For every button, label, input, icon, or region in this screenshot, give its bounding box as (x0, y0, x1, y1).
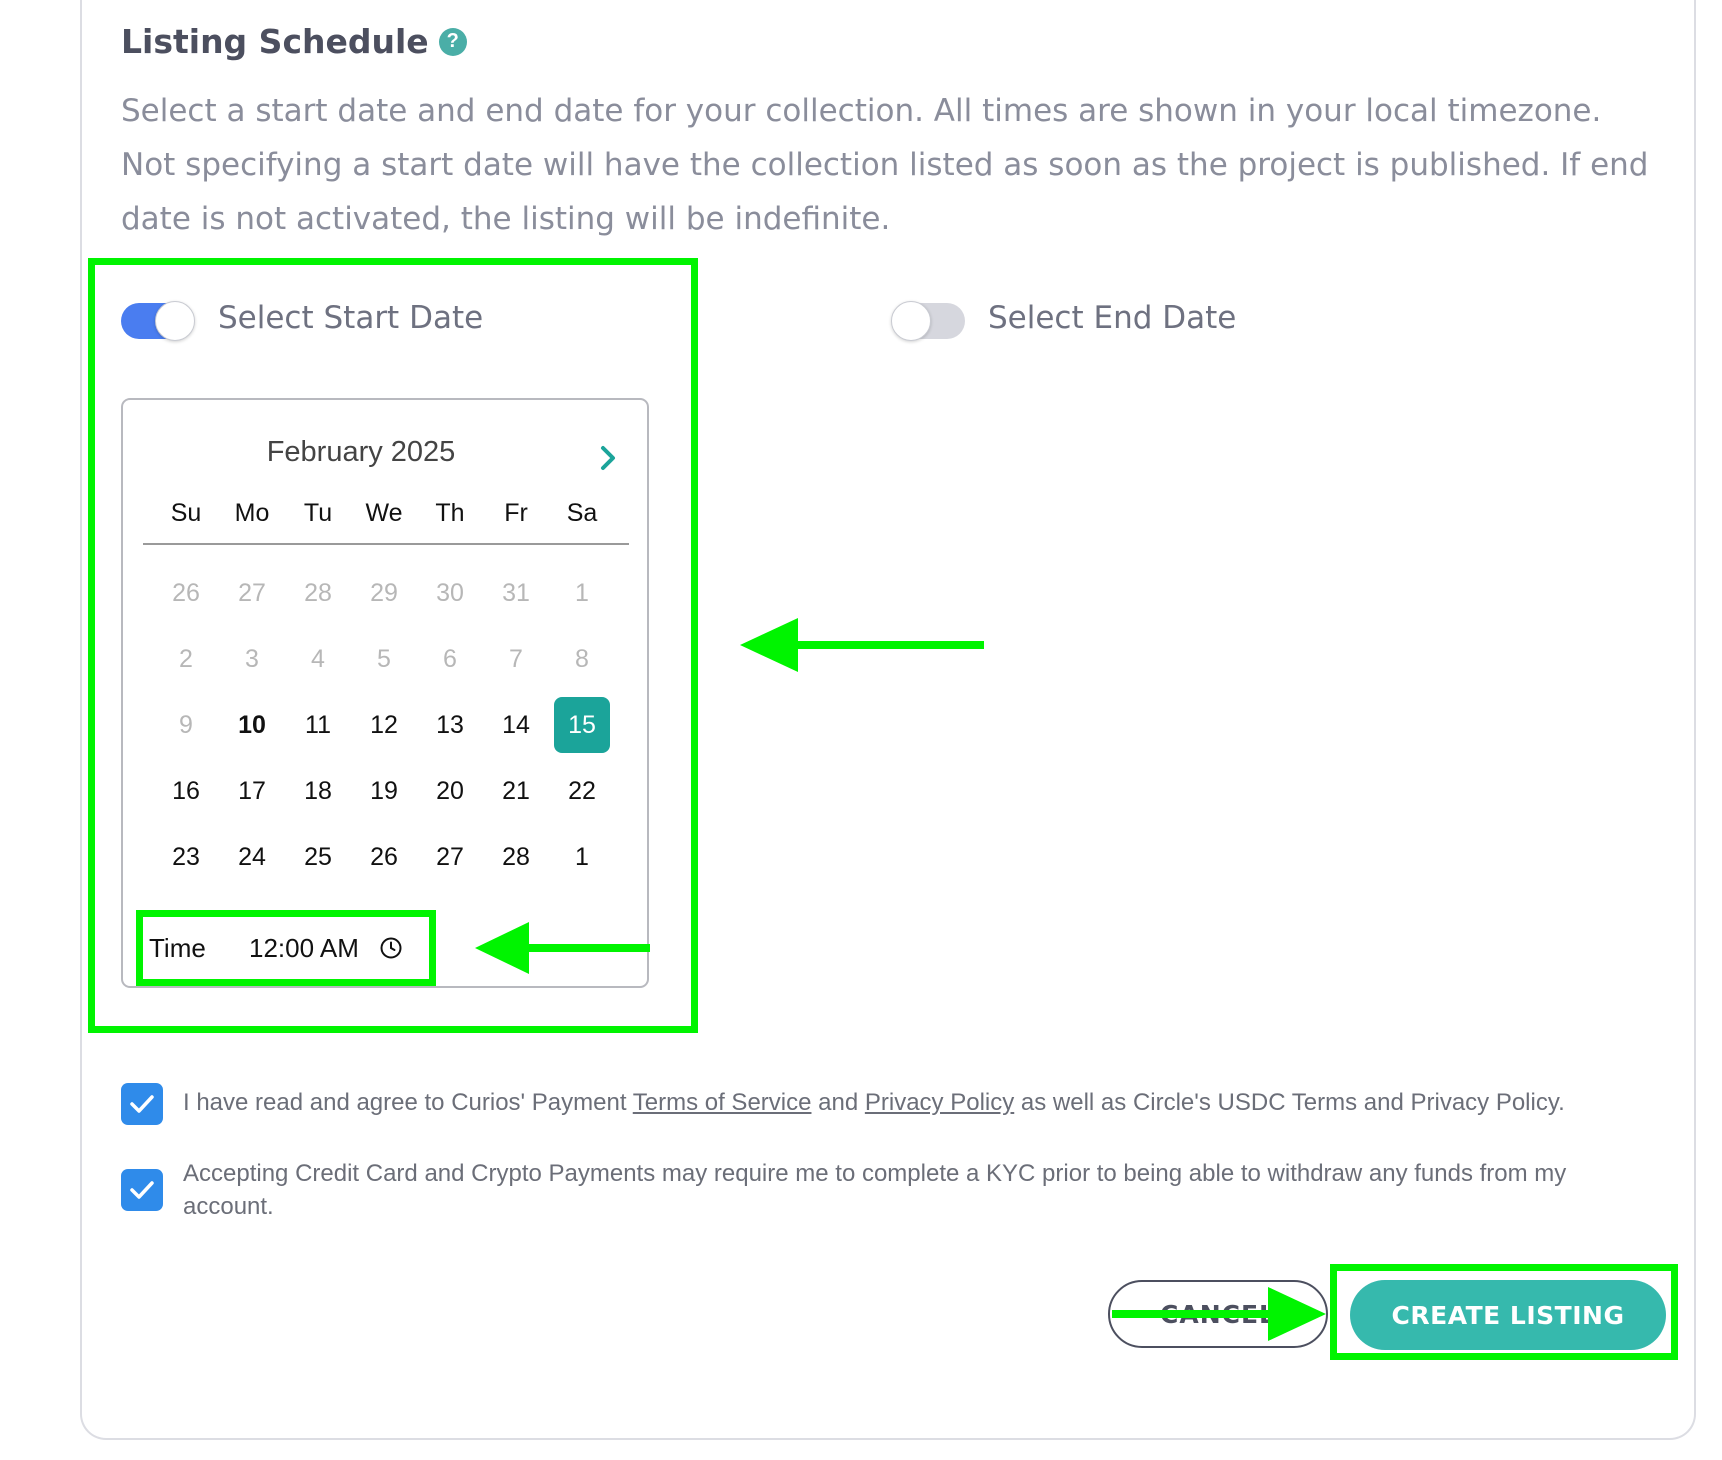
calendar-month-label: February 2025 (266, 436, 456, 468)
end-date-label: Select End Date (988, 300, 1237, 336)
time-value[interactable]: 12:00 AM (249, 933, 369, 964)
weekday-label: Tu (303, 498, 333, 527)
calendar-day[interactable]: 27 (422, 829, 478, 885)
calendar-divider (143, 543, 629, 545)
terms-checkbox[interactable] (121, 1083, 163, 1125)
privacy-policy-link[interactable]: Privacy Policy (865, 1089, 1014, 1116)
calendar-day[interactable]: 16 (158, 763, 214, 819)
calendar-day[interactable]: 22 (554, 763, 610, 819)
terms-text-before: I have read and agree to Curios' Payment (183, 1089, 633, 1116)
calendar-day: 9 (179, 710, 193, 739)
kyc-agreement: Accepting Credit Card and Crypto Payment… (121, 1157, 1621, 1223)
create-listing-button[interactable]: CREATE LISTING (1350, 1280, 1666, 1350)
date-picker: February 2025 Su Mo Tu We Th Fr Sa 26 27 28 29 30 3… (121, 398, 649, 988)
terms-text-after: as well as Circle's USDC Terms and Priva… (1014, 1089, 1565, 1116)
calendar-day: 5 (377, 644, 391, 673)
weekday-header: Su Mo Tu We Th Fr Sa (153, 480, 617, 546)
calendar-day[interactable]: 18 (290, 763, 346, 819)
help-icon[interactable]: ? (438, 27, 467, 56)
calendar-day: 30 (436, 578, 464, 607)
calendar-day[interactable]: 28 (488, 829, 544, 885)
weekday-label: Mo (234, 498, 270, 527)
calendar-day: 3 (245, 644, 259, 673)
calendar-day: 7 (509, 644, 523, 673)
calendar-day: 28 (304, 578, 332, 607)
calendar-day[interactable]: 23 (158, 829, 214, 885)
chevron-right-icon[interactable] (593, 438, 623, 478)
start-date-label: Select Start Date (218, 300, 484, 336)
calendar-day: 4 (311, 644, 325, 673)
weekday-label: Fr (504, 498, 528, 527)
terms-text: I have read and agree to Curios' Payment… (183, 1086, 1565, 1125)
calendar-day-selected[interactable]: 15 (554, 697, 610, 753)
end-date-toggle[interactable] (891, 301, 965, 341)
kyc-text: Accepting Credit Card and Crypto Payment… (183, 1160, 1567, 1220)
weekday-label: We (365, 498, 403, 527)
clock-icon[interactable] (379, 936, 403, 960)
calendar-day: 29 (370, 578, 398, 607)
calendar-day[interactable]: 19 (356, 763, 412, 819)
calendar-days: 26 27 28 29 30 31 1 2 3 4 5 6 7 8 9 10 11 12 13 14 15 16 17 18 1… (153, 560, 617, 890)
toggle-knob (155, 301, 195, 341)
start-date-toggle[interactable] (121, 301, 195, 341)
calendar-day[interactable]: 21 (488, 763, 544, 819)
calendar-day[interactable]: 26 (356, 829, 412, 885)
toggle-knob (891, 301, 931, 341)
calendar-day: 6 (443, 644, 457, 673)
calendar-day: 26 (172, 578, 200, 607)
weekday-label: Th (435, 498, 465, 527)
weekday-label: Su (170, 498, 202, 527)
section-description: Select a start date and end date for you… (121, 93, 1649, 237)
calendar-day[interactable]: 14 (488, 697, 544, 753)
calendar-day[interactable]: 24 (224, 829, 280, 885)
cancel-button[interactable]: CANCEL (1108, 1280, 1328, 1348)
calendar-day: 1 (575, 578, 589, 607)
calendar-day[interactable]: 20 (422, 763, 478, 819)
kyc-checkbox[interactable] (121, 1169, 163, 1211)
calendar-day[interactable]: 13 (422, 697, 478, 753)
calendar-day[interactable]: 1 (554, 829, 610, 885)
time-label: Time (149, 932, 206, 963)
calendar-day[interactable]: 11 (290, 697, 346, 753)
section-title-text: Listing Schedule (121, 22, 429, 61)
calendar-day: 2 (179, 644, 193, 673)
calendar-day[interactable]: 17 (224, 763, 280, 819)
section-title: Listing Schedule ? (121, 22, 467, 61)
weekday-label: Sa (566, 498, 598, 527)
terms-of-service-link[interactable]: Terms of Service (633, 1089, 812, 1116)
calendar-day: 27 (238, 578, 266, 607)
calendar-day: 8 (575, 644, 589, 673)
calendar-day[interactable]: 12 (356, 697, 412, 753)
terms-agreement: I have read and agree to Curios' Payment… (121, 1083, 1621, 1125)
calendar-day[interactable]: 10 (224, 697, 280, 753)
calendar-day: 31 (502, 578, 530, 607)
terms-text-middle: and (811, 1089, 865, 1116)
calendar-day[interactable]: 25 (290, 829, 346, 885)
time-input[interactable]: Time 12:00 AM (149, 920, 403, 976)
